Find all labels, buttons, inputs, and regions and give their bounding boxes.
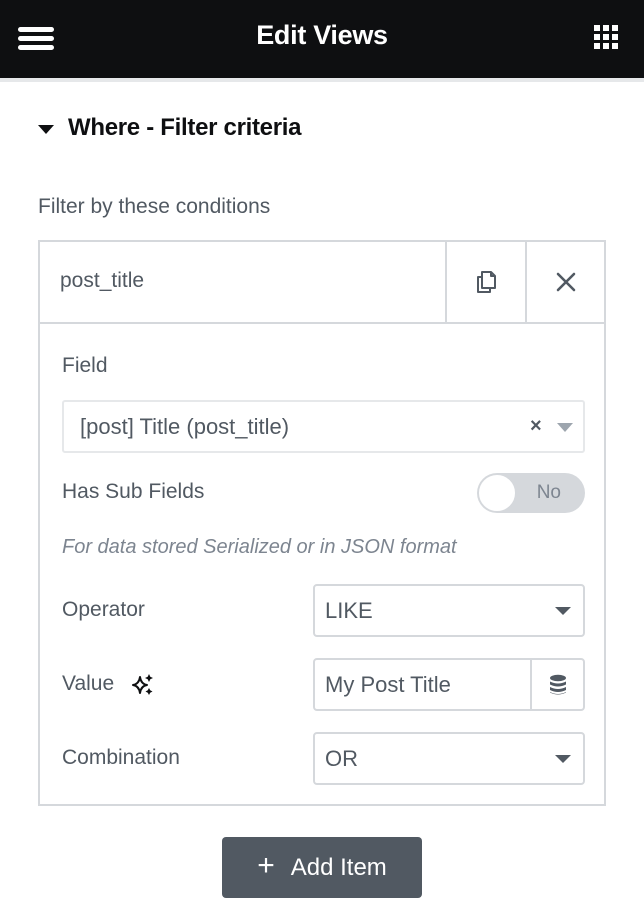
add-item-button[interactable]: + Add Item xyxy=(222,837,422,898)
filter-conditions-label: Filter by these conditions xyxy=(38,195,271,218)
database-icon xyxy=(549,674,566,694)
dropdown-arrow-icon xyxy=(555,607,571,615)
toggle-state-text: No xyxy=(536,482,561,503)
combination-value: OR xyxy=(325,746,358,771)
plus-icon: + xyxy=(257,848,275,882)
add-item-label: Add Item xyxy=(290,853,387,881)
dynamic-tags-button[interactable] xyxy=(530,660,583,709)
sparkle-icon[interactable] xyxy=(131,673,155,697)
caret-down-icon xyxy=(38,124,54,134)
value-label: Value xyxy=(62,672,115,695)
filter-condition-item: post_title Field [post] Title (post_titl… xyxy=(38,240,606,806)
value-input-group xyxy=(313,658,585,711)
operator-label: Operator xyxy=(62,598,145,621)
page-title: Edit Views xyxy=(256,20,388,50)
field-select[interactable]: [post] Title (post_title) × xyxy=(62,400,585,453)
field-select-value: [post] Title (post_title) xyxy=(80,414,290,439)
grid-apps-icon[interactable] xyxy=(594,25,620,51)
has-sub-fields-toggle[interactable]: No xyxy=(477,473,585,513)
combination-label: Combination xyxy=(62,746,180,769)
combination-select[interactable]: OR xyxy=(313,732,585,785)
repeater-item-title[interactable]: post_title xyxy=(60,269,144,293)
dropdown-arrow-icon xyxy=(557,423,573,432)
operator-select[interactable]: LIKE xyxy=(313,584,585,637)
topbar-divider xyxy=(0,78,644,82)
field-label: Field xyxy=(62,354,108,377)
copy-icon xyxy=(477,271,496,293)
top-bar: Edit Views xyxy=(0,0,644,78)
operator-value: LIKE xyxy=(325,598,373,623)
dropdown-arrow-icon xyxy=(555,755,571,763)
clear-selection-icon[interactable]: × xyxy=(530,415,542,438)
has-sub-fields-label: Has Sub Fields xyxy=(62,480,205,503)
remove-item-button[interactable] xyxy=(525,242,605,322)
value-input[interactable] xyxy=(315,660,530,709)
toggle-knob xyxy=(478,474,516,512)
sub-fields-hint: For data stored Serialized or in JSON fo… xyxy=(62,536,457,558)
repeater-item-header: post_title xyxy=(40,242,604,324)
duplicate-button[interactable] xyxy=(445,242,525,322)
section-toggle-where-filter[interactable]: Where - Filter criteria xyxy=(38,114,301,142)
close-icon xyxy=(556,272,576,292)
section-title: Where - Filter criteria xyxy=(68,114,302,141)
